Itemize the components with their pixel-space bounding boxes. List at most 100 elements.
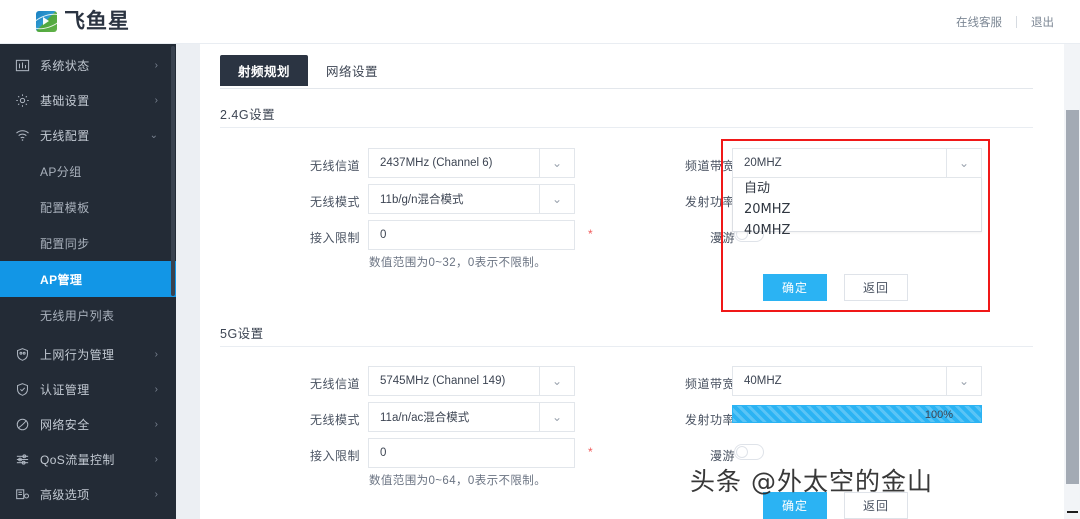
sidebar-item-network-security[interactable]: 网络安全 › <box>0 407 176 442</box>
select-bandwidth-5g[interactable]: 40MHZ ⌄ <box>732 366 982 396</box>
topbar: 飞鱼星 在线客服 退出 <box>0 0 1080 44</box>
chevron-right-icon: › <box>154 59 158 71</box>
back-button-5g[interactable]: 返回 <box>844 492 908 519</box>
slider-value-label: 100% <box>924 409 953 421</box>
advanced-options-icon <box>14 487 30 503</box>
sidebar-sub-label: AP管理 <box>40 272 83 287</box>
sidebar-label: 无线配置 <box>40 129 90 143</box>
sidebar-label: 上网行为管理 <box>40 348 115 362</box>
page-scrollbar-track[interactable] <box>1064 44 1080 519</box>
required-asterisk-24g: * <box>588 227 593 241</box>
label-power-5g: 发射功率 <box>684 413 735 427</box>
input-access-limit-24g[interactable]: 0 <box>368 220 575 250</box>
section-title-5g: 5G设置 <box>220 327 264 341</box>
sidebar-sub-label: 配置模板 <box>40 200 90 215</box>
sidebar-label: 认证管理 <box>40 383 90 397</box>
chevron-down-icon: ⌄ <box>551 156 563 170</box>
select-mode-24g[interactable]: 11b/g/n混合模式 ⌄ <box>368 184 575 214</box>
label-bandwidth-5g: 频道带宽 <box>684 377 735 391</box>
select-channel-24g[interactable]: 2437MHz (Channel 6) ⌄ <box>368 148 575 178</box>
sidebar-content-gap <box>176 44 200 519</box>
sidebar-item-vpn[interactable]: 虚拟专网 › <box>0 512 176 519</box>
chevron-down-icon: ⌄ <box>958 374 970 388</box>
brand-name: 飞鱼星 <box>64 9 130 33</box>
sidebar-item-auth-management[interactable]: 认证管理 › <box>0 372 176 407</box>
select-value: 2437MHz (Channel 6) <box>380 157 493 169</box>
sidebar-scrollbar-thumb[interactable] <box>171 46 175 296</box>
sidebar-sub-label: 无线用户列表 <box>40 308 115 323</box>
select-value: 40MHZ <box>744 375 782 387</box>
label-channel-24g: 无线信道 <box>309 159 360 173</box>
page-scrollbar-thumb[interactable] <box>1066 110 1079 484</box>
highlight-box-bandwidth-24g <box>721 139 990 312</box>
sidebar-sub-label: AP分组 <box>40 164 82 179</box>
sidebar-item-qos[interactable]: QoS流量控制 › <box>0 442 176 477</box>
chart-bars-icon <box>14 58 30 74</box>
label-roam-5g: 漫游 <box>709 449 735 463</box>
hint-access-limit-24g: 数值范围为0~32，0表示不限制。 <box>369 257 547 269</box>
online-support-link[interactable]: 在线客服 <box>956 14 1002 30</box>
chevron-down-icon: ⌄ <box>551 410 563 424</box>
sidebar-item-config-sync[interactable]: 配置同步 <box>0 225 176 261</box>
app-root: 飞鱼星 在线客服 退出 系统状态 › 基础设置 › 无线配置 ⌄ AP分组 配置… <box>0 0 1080 519</box>
sidebar-item-wireless-user-list[interactable]: 无线用户列表 <box>0 297 176 333</box>
topbar-actions: 在线客服 退出 <box>956 14 1054 30</box>
tab-label: 网络设置 <box>326 65 379 79</box>
chevron-down-icon: ⌄ <box>551 192 563 206</box>
label-limit-24g: 接入限制 <box>309 231 360 245</box>
sidebar-item-ap-management[interactable]: AP管理 <box>0 261 176 297</box>
hint-access-limit-5g: 数值范围为0~64，0表示不限制。 <box>369 475 547 487</box>
confirm-button-5g[interactable]: 确定 <box>763 492 827 519</box>
chevron-down-icon: ⌄ <box>551 374 563 388</box>
chevron-down-icon: ⌄ <box>149 129 158 141</box>
sidebar-label: 系统状态 <box>40 59 90 73</box>
topbar-divider <box>1016 15 1017 28</box>
chevron-right-icon: › <box>154 488 158 500</box>
toggle-roam-5g[interactable] <box>734 444 764 460</box>
sidebar: 系统状态 › 基础设置 › 无线配置 ⌄ AP分组 配置模板 配置同步 AP管理… <box>0 44 176 519</box>
tab-bar: 射频规划 网络设置 <box>220 55 396 86</box>
scroll-down-arrow-icon[interactable] <box>1067 511 1078 513</box>
tab-label: 射频规划 <box>238 65 291 79</box>
network-security-icon <box>14 417 30 433</box>
sidebar-item-wireless-config[interactable]: 无线配置 ⌄ <box>0 118 176 153</box>
chevron-right-icon: › <box>154 94 158 106</box>
sliders-icon <box>14 452 30 468</box>
behavior-shield-icon <box>14 347 30 363</box>
section-title-24g: 2.4G设置 <box>220 108 276 122</box>
select-value: 11b/g/n混合模式 <box>380 194 464 206</box>
chevron-right-icon: › <box>154 453 158 465</box>
tab-bar-rule <box>220 88 1033 89</box>
required-asterisk-5g: * <box>588 445 593 459</box>
input-access-limit-5g[interactable]: 0 <box>368 438 575 468</box>
label-limit-5g: 接入限制 <box>309 449 360 463</box>
section-rule-24g <box>220 127 1033 128</box>
label-channel-5g: 无线信道 <box>309 377 360 391</box>
sidebar-item-basic-settings[interactable]: 基础设置 › <box>0 83 176 118</box>
select-value: 5745MHz (Channel 149) <box>380 375 506 387</box>
brand-logo[interactable]: 飞鱼星 <box>36 11 130 32</box>
sidebar-item-advanced-options[interactable]: 高级选项 › <box>0 477 176 512</box>
select-value: 11a/n/ac混合模式 <box>380 412 470 424</box>
gear-icon <box>14 93 30 109</box>
tab-network-settings[interactable]: 网络设置 <box>308 55 396 86</box>
sidebar-label: 高级选项 <box>40 488 90 502</box>
slider-transmit-power-5g[interactable]: 100% <box>732 405 982 423</box>
chevron-right-icon: › <box>154 348 158 360</box>
shield-check-icon <box>14 382 30 398</box>
content-panel: 射频规划 网络设置 2.4G设置 无线信道 2437MHz (Channel 6… <box>200 44 1080 519</box>
select-mode-5g[interactable]: 11a/n/ac混合模式 ⌄ <box>368 402 575 432</box>
chevron-right-icon: › <box>154 418 158 430</box>
sidebar-item-config-template[interactable]: 配置模板 <box>0 189 176 225</box>
sidebar-sub-label: 配置同步 <box>40 236 90 251</box>
sidebar-item-system-status[interactable]: 系统状态 › <box>0 48 176 83</box>
sidebar-item-behavior-management[interactable]: 上网行为管理 › <box>0 337 176 372</box>
section-rule-5g <box>220 346 1033 347</box>
tab-rf-planning[interactable]: 射频规划 <box>220 55 309 86</box>
label-mode-24g: 无线模式 <box>309 195 360 209</box>
select-channel-5g[interactable]: 5745MHz (Channel 149) ⌄ <box>368 366 575 396</box>
sidebar-item-ap-group[interactable]: AP分组 <box>0 153 176 189</box>
sidebar-label: QoS流量控制 <box>40 453 115 467</box>
fish-star-logo-icon <box>36 11 57 32</box>
logout-link[interactable]: 退出 <box>1031 14 1054 30</box>
